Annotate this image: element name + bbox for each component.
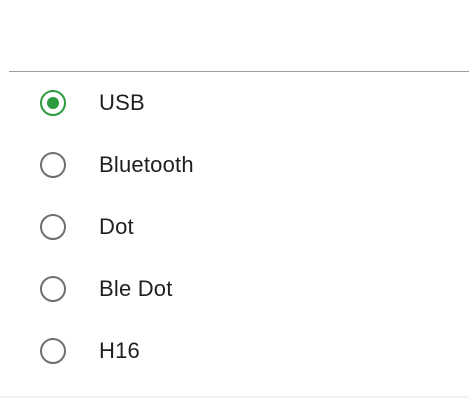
option-bluetooth[interactable]: Bluetooth — [0, 134, 469, 196]
option-label-usb: USB — [99, 90, 145, 115]
option-label-h16: H16 — [99, 338, 140, 363]
radio-button-selected-icon[interactable] — [40, 90, 66, 116]
radio-button-icon[interactable] — [40, 276, 66, 302]
option-label-ble-dot: Ble Dot — [99, 276, 173, 301]
radio-button-icon[interactable] — [40, 214, 66, 240]
option-ble-dot[interactable]: Ble Dot — [0, 258, 469, 320]
connection-type-dialog: USB Bluetooth Dot Ble Dot H16 — [0, 0, 469, 398]
option-dot[interactable]: Dot — [0, 196, 469, 258]
option-usb[interactable]: USB — [0, 72, 469, 134]
radio-button-icon[interactable] — [40, 152, 66, 178]
option-h16[interactable]: H16 — [0, 320, 469, 382]
dialog-header-area — [0, 0, 469, 71]
option-label-dot: Dot — [99, 214, 134, 239]
radio-button-icon[interactable] — [40, 338, 66, 364]
option-label-bluetooth: Bluetooth — [99, 152, 194, 177]
connection-option-list: USB Bluetooth Dot Ble Dot H16 — [0, 72, 469, 382]
radio-dot-icon — [47, 97, 59, 109]
